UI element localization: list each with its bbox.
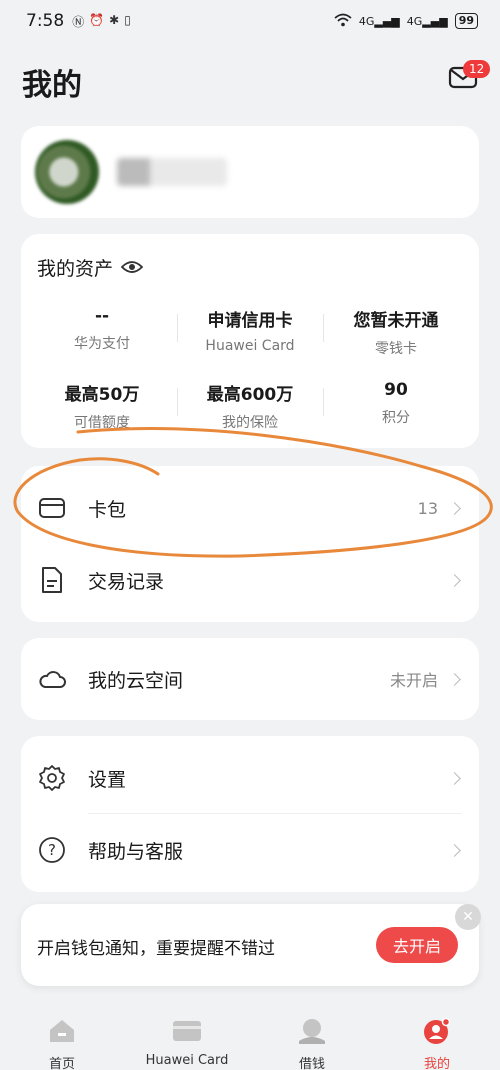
profile-card[interactable] [21, 126, 479, 218]
vibrate-icon: ▯ [124, 12, 131, 27]
nav-label: 我的 [423, 1057, 450, 1070]
nfc-icon: Ⓝ [72, 14, 85, 29]
signal-icon-2: 4G▂▄▆ [406, 14, 448, 28]
card-icon [137, 1016, 237, 1046]
alarm-icon: ⏰ [89, 12, 105, 27]
nav-label: Huawei Card [145, 1053, 229, 1068]
profile-icon [387, 1016, 487, 1046]
asset-label: Huawei Card [205, 338, 295, 354]
asset-change-card[interactable]: 您暂未开通 零钱卡 [321, 306, 471, 358]
nav-label: 借钱 [298, 1057, 325, 1070]
page-title: 我的 [22, 68, 82, 103]
status-bar: 7:58 Ⓝ ⏰ ✱ ▯ 4G▂▄▆ 4G▂▄▆ 99 [0, 0, 500, 42]
help-row[interactable]: ? 帮助与客服 [21, 814, 479, 886]
help-icon: ? [37, 835, 67, 865]
close-icon[interactable]: ✕ [455, 904, 481, 930]
assets-card: 我的资产 -- 华为支付 申请信用卡 Huawei Card 您暂未开通 零钱卡… [21, 234, 479, 448]
settings-row[interactable]: 设置 [21, 742, 479, 814]
battery-indicator: 99 [454, 13, 478, 29]
notification-text: 开启钱包通知，重要提醒不错过 [37, 939, 275, 959]
asset-label: 积分 [382, 410, 410, 426]
bottom-nav: 首页 Huawei Card 借钱 我的 [0, 1008, 500, 1070]
cloud-icon [37, 664, 67, 694]
settings-card: 设置 ? 帮助与客服 [21, 736, 479, 892]
asset-value: 最高600万 [206, 385, 294, 405]
home-icon [12, 1016, 112, 1046]
nav-borrow[interactable]: 借钱 [262, 1016, 362, 1070]
asset-points[interactable]: 90 积分 [321, 380, 471, 427]
card-package-label: 卡包 [88, 498, 127, 521]
cloud-space-row[interactable]: 我的云空间 未开启 [21, 643, 479, 715]
asset-credit-card[interactable]: 申请信用卡 Huawei Card [175, 306, 325, 354]
asset-value: 90 [384, 380, 408, 400]
nav-huawei-card[interactable]: Huawei Card [137, 1016, 237, 1068]
nav-home[interactable]: 首页 [12, 1016, 112, 1070]
gear-icon [37, 763, 67, 793]
svg-text:?: ? [48, 841, 56, 859]
wifi-icon [334, 13, 352, 30]
assets-title: 我的资产 [37, 258, 114, 280]
status-time: 7:58 [26, 11, 65, 31]
assets-header: 我的资产 [37, 254, 144, 281]
chevron-right-icon [448, 573, 461, 587]
settings-label: 设置 [88, 768, 127, 791]
username-redacted [117, 158, 227, 186]
bluetooth-icon: ✱ [109, 12, 120, 27]
asset-value: -- [94, 306, 110, 326]
avatar[interactable] [35, 140, 99, 204]
cloud-space-label: 我的云空间 [88, 669, 184, 692]
nav-label: 首页 [48, 1057, 75, 1070]
asset-insurance[interactable]: 最高600万 我的保险 [175, 380, 325, 432]
cloud-card: 我的云空间 未开启 [21, 638, 479, 720]
asset-label: 我的保险 [222, 415, 278, 431]
transactions-label: 交易记录 [88, 570, 165, 593]
asset-value: 申请信用卡 [207, 311, 293, 331]
help-label: 帮助与客服 [88, 840, 184, 863]
document-icon [37, 565, 67, 595]
asset-label: 华为支付 [74, 336, 130, 352]
card-count: 13 [417, 498, 438, 518]
asset-label: 零钱卡 [375, 341, 417, 357]
wallet-card-icon [37, 493, 67, 523]
asset-huawei-pay[interactable]: -- 华为支付 [27, 306, 177, 353]
asset-value: 最高50万 [64, 385, 140, 405]
asset-label: 可借额度 [74, 415, 130, 431]
chevron-right-icon [448, 771, 461, 785]
notification-banner: 开启钱包通知，重要提醒不错过 去开启 ✕ [21, 904, 481, 986]
transactions-row[interactable]: 交易记录 [21, 544, 479, 616]
wallet-list-card: 卡包 13 交易记录 [21, 466, 479, 622]
borrow-icon [262, 1016, 362, 1046]
message-count-badge: 12 [463, 60, 491, 78]
signal-icon-1: 4G▂▄▆ [358, 14, 400, 28]
asset-credit-limit[interactable]: 最高50万 可借额度 [27, 380, 177, 432]
chevron-right-icon [448, 501, 461, 515]
enable-notification-button[interactable]: 去开启 [376, 927, 458, 963]
card-package-row[interactable]: 卡包 13 [21, 472, 479, 544]
chevron-right-icon [448, 672, 461, 686]
status-icons: Ⓝ ⏰ ✱ ▯ [72, 13, 131, 30]
cloud-status: 未开启 [389, 671, 438, 690]
asset-value: 您暂未开通 [353, 311, 439, 331]
eye-icon[interactable] [120, 257, 144, 279]
nav-mine[interactable]: 我的 [387, 1016, 487, 1070]
chevron-right-icon [448, 843, 461, 857]
